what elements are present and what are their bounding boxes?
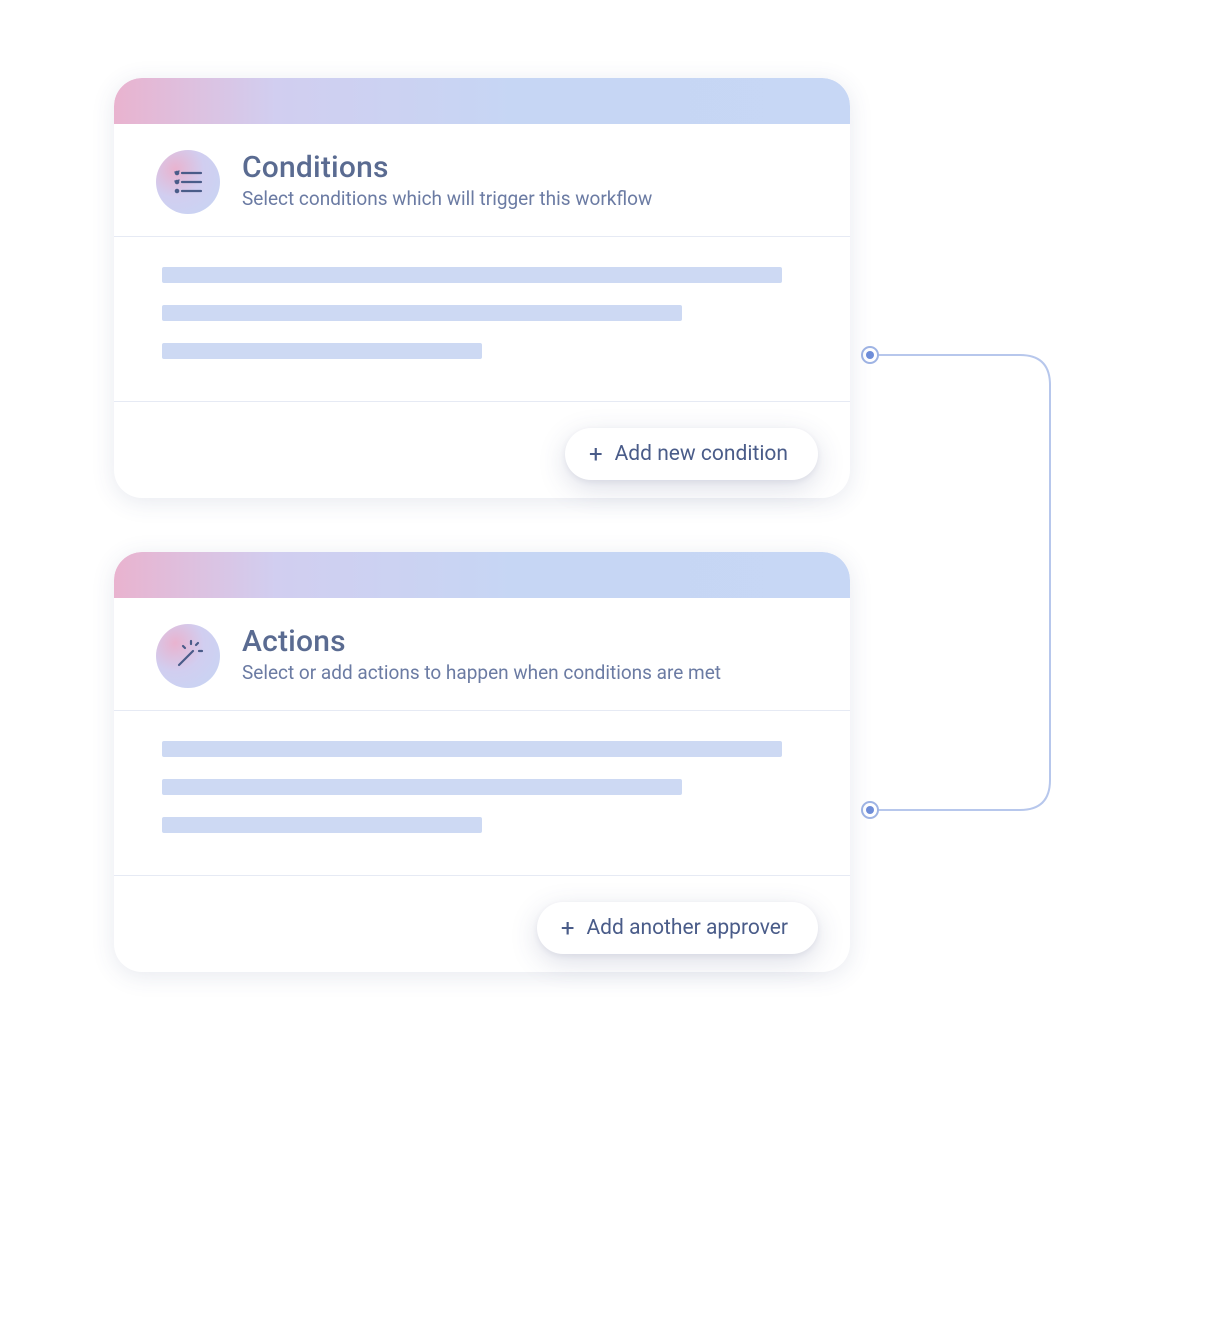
conditions-subtitle: Select conditions which will trigger thi… bbox=[242, 187, 652, 210]
conditions-title: Conditions bbox=[242, 150, 652, 185]
actions-subtitle: Select or add actions to happen when con… bbox=[242, 661, 721, 684]
add-condition-label: Add new condition bbox=[615, 442, 788, 466]
conditions-card-body: Conditions Select conditions which will … bbox=[114, 78, 850, 461]
placeholder-line bbox=[162, 305, 682, 321]
conditions-placeholder-area bbox=[114, 237, 850, 401]
add-condition-button[interactable]: + Add new condition bbox=[565, 428, 818, 480]
add-approver-label: Add another approver bbox=[586, 916, 788, 940]
connector-node-actions bbox=[861, 801, 879, 819]
placeholder-line bbox=[162, 779, 682, 795]
magic-wand-icon bbox=[156, 624, 220, 688]
placeholder-line bbox=[162, 267, 782, 283]
plus-icon: + bbox=[561, 916, 575, 940]
checklist-icon bbox=[156, 150, 220, 214]
plus-icon: + bbox=[589, 442, 603, 466]
card-gradient-bar bbox=[114, 78, 850, 124]
actions-title: Actions bbox=[242, 624, 721, 659]
card-gradient-bar bbox=[114, 552, 850, 598]
add-approver-button[interactable]: + Add another approver bbox=[537, 902, 818, 954]
actions-header: Actions Select or add actions to happen … bbox=[114, 598, 850, 711]
connector-node-conditions bbox=[861, 346, 879, 364]
actions-card-body: Actions Select or add actions to happen … bbox=[114, 552, 850, 935]
actions-header-text: Actions Select or add actions to happen … bbox=[242, 624, 721, 684]
workflow-connector bbox=[850, 340, 1090, 840]
placeholder-line bbox=[162, 741, 782, 757]
actions-card: Actions Select or add actions to happen … bbox=[114, 552, 850, 972]
conditions-header-text: Conditions Select conditions which will … bbox=[242, 150, 652, 210]
placeholder-line bbox=[162, 817, 482, 833]
actions-placeholder-area bbox=[114, 711, 850, 875]
placeholder-line bbox=[162, 343, 482, 359]
conditions-card: Conditions Select conditions which will … bbox=[114, 78, 850, 498]
conditions-header: Conditions Select conditions which will … bbox=[114, 124, 850, 237]
